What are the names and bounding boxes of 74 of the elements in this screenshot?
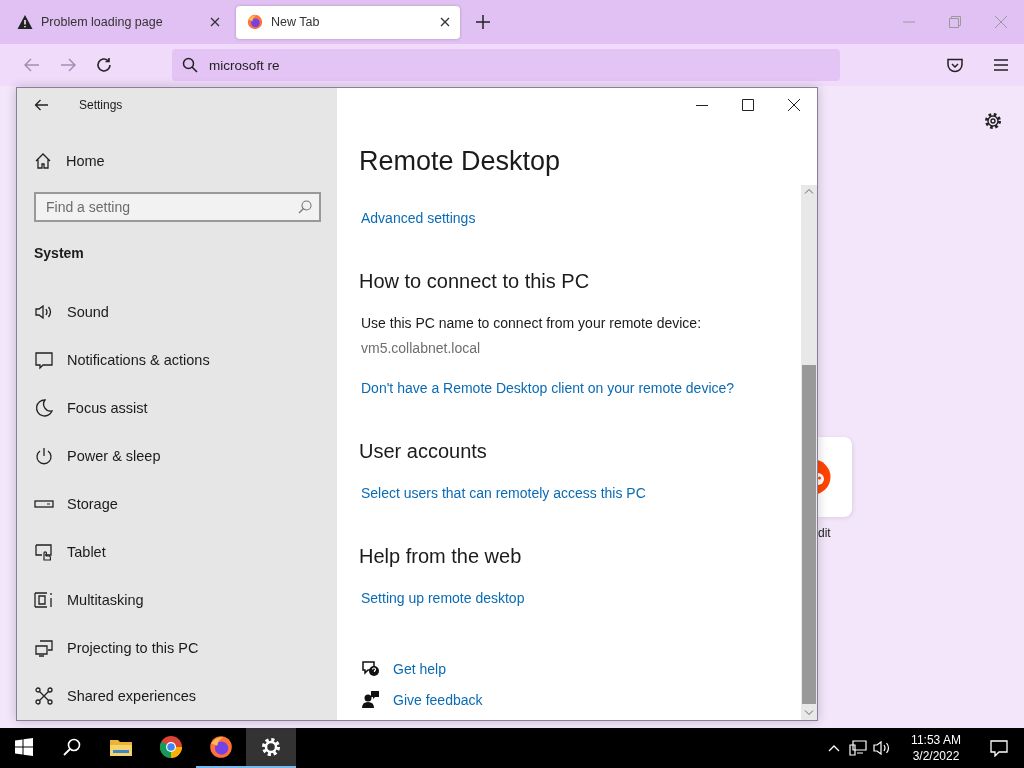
folder-icon — [109, 737, 133, 757]
screens-icon — [34, 638, 54, 658]
warning-icon — [17, 14, 33, 30]
link[interactable]: Setting up remote desktop — [361, 588, 525, 608]
close-icon — [995, 16, 1007, 28]
nav-item[interactable]: Focus assist — [17, 384, 337, 432]
notification-icon — [990, 739, 1008, 757]
link[interactable]: Give feedback — [393, 690, 483, 710]
nav-item[interactable]: Power & sleep — [17, 432, 337, 480]
pc-name: vm5.collabnet.local — [361, 339, 481, 358]
forward-icon — [60, 58, 76, 72]
clock[interactable]: 11:53 AM 3/2/2022 — [898, 732, 974, 764]
description: Use this PC name to connect from your remote device: — [361, 314, 702, 333]
reload-icon — [96, 57, 112, 73]
windows-stack-icon — [34, 590, 54, 610]
moon-icon — [34, 398, 54, 418]
plus-icon — [476, 15, 490, 29]
person-chat-icon — [361, 690, 381, 710]
search-icon — [63, 738, 81, 756]
chat-question-icon — [361, 659, 381, 679]
firefox-icon — [247, 14, 263, 30]
link[interactable]: Don't have a Remote Desktop client on your remote device? — [361, 378, 735, 398]
scrollbar[interactable] — [801, 185, 817, 720]
nav-item[interactable]: Projecting to this PC — [17, 624, 337, 672]
link[interactable]: Get help — [393, 659, 446, 679]
power-icon — [34, 446, 54, 466]
taskbar-button[interactable] — [246, 728, 296, 768]
nav-item[interactable]: Notifications & actions — [17, 336, 337, 384]
firefox-icon — [209, 735, 233, 759]
speaker-icon — [34, 302, 54, 322]
nav-item[interactable]: Sound — [17, 288, 337, 336]
browser-logo-icon — [159, 735, 183, 759]
search-icon — [298, 199, 312, 214]
close-icon — [440, 17, 450, 27]
volume-icon — [873, 740, 891, 756]
window-title: Settings — [79, 98, 123, 112]
search-icon — [182, 57, 198, 73]
link[interactable]: Advanced settings — [361, 208, 476, 228]
nav-item[interactable]: Tablet — [17, 528, 337, 576]
windows-logo-icon — [15, 738, 33, 756]
back-icon — [24, 58, 40, 72]
scroll-up-icon — [804, 188, 814, 194]
menu-icon — [994, 59, 1008, 71]
pocket-icon — [947, 57, 963, 73]
shortcut-label: dit — [818, 526, 831, 540]
network-icon — [849, 740, 867, 756]
back-icon — [34, 99, 48, 111]
speech-bubble-icon — [34, 350, 54, 370]
restore-icon — [949, 16, 961, 28]
nav-item[interactable]: Storage — [17, 480, 337, 528]
nav-item[interactable]: Home — [17, 142, 337, 181]
chevron-up-icon — [828, 744, 840, 752]
section-heading: How to connect to this PC — [359, 269, 590, 294]
tablet-icon — [34, 542, 54, 562]
gear-icon — [260, 736, 282, 758]
section-heading: User accounts — [359, 439, 487, 464]
maximize-icon — [742, 99, 754, 111]
nav-item[interactable]: Multitasking — [17, 576, 337, 624]
network-nodes-icon — [34, 686, 54, 706]
page-title: Remote Desktop — [359, 145, 561, 178]
search-field[interactable]: Find a setting — [34, 191, 321, 222]
address-bar[interactable]: microsoft re — [172, 49, 840, 81]
nav-item[interactable]: Shared experiences — [17, 672, 337, 720]
scroll-down-icon — [804, 710, 814, 716]
browser-tab[interactable]: Problem loading page — [6, 5, 230, 39]
home-icon — [34, 152, 52, 171]
category-heading: System — [34, 244, 85, 263]
settings-icon — [984, 112, 1002, 130]
shortcut-tile[interactable] — [818, 437, 852, 517]
browser-tab[interactable]: New Tab — [236, 5, 460, 39]
section-heading: Help from the web — [359, 544, 522, 569]
close-icon — [788, 99, 800, 111]
link[interactable]: Select users that can remotely access this PC — [361, 483, 646, 503]
close-icon — [210, 17, 220, 27]
